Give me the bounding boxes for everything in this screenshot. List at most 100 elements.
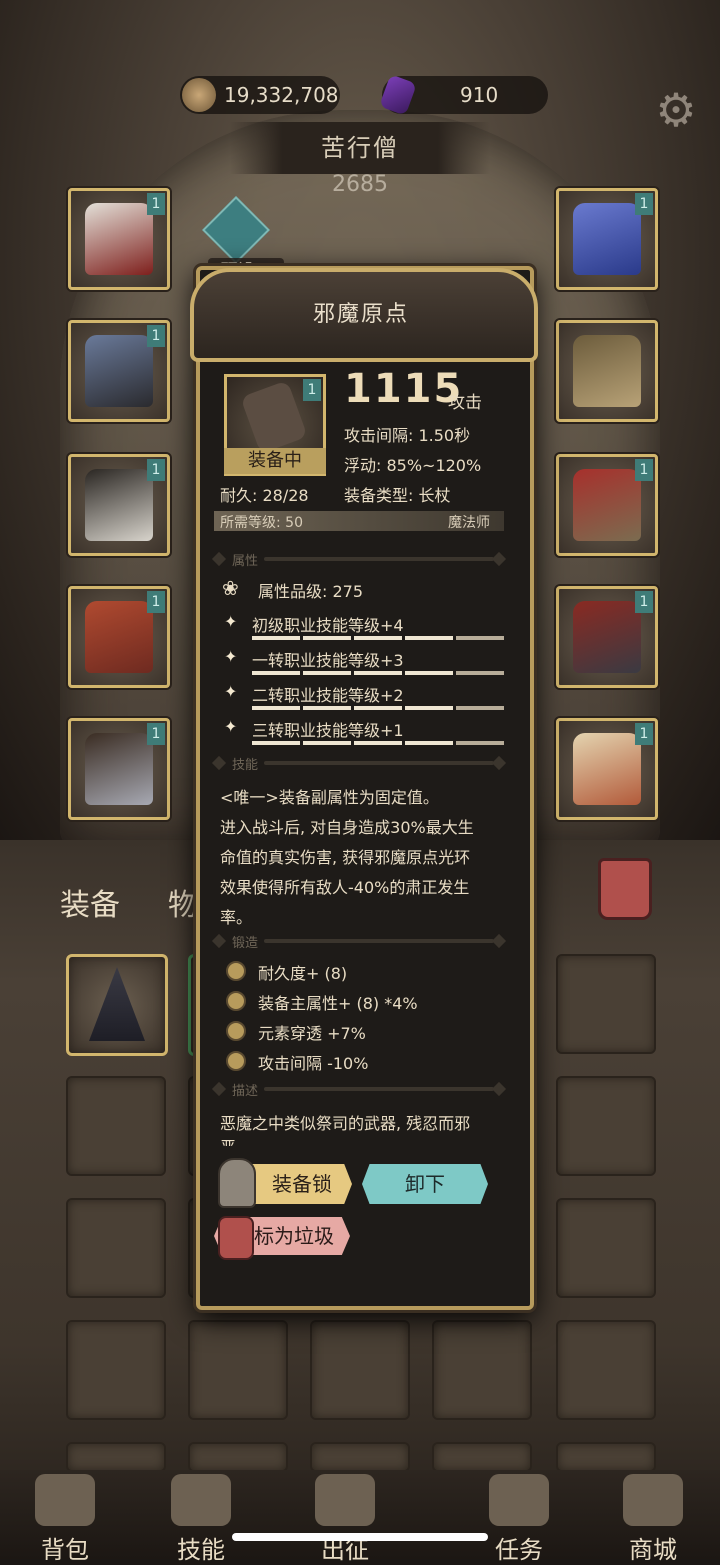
junk-icon <box>218 1216 254 1260</box>
attack-interval: 攻击间隔: 1.50秒 <box>344 426 471 445</box>
description-text-cont: 恶 <box>220 1134 236 1146</box>
inventory-cell[interactable] <box>556 1320 656 1420</box>
hero-power: 2685 <box>332 172 388 197</box>
divider-attributes: 属性 <box>211 551 507 569</box>
nav-icon <box>35 1474 95 1526</box>
inventory-cell[interactable] <box>66 954 168 1056</box>
attribute-line: 二转职业技能等级+2 <box>252 686 404 705</box>
nav-item-5[interactable]: 商城 <box>598 1474 708 1565</box>
unequip-button[interactable]: 卸下 <box>362 1164 488 1204</box>
attribute-roll-bar <box>252 671 504 675</box>
attribute-roll-bar <box>252 636 504 640</box>
inventory-cell[interactable] <box>66 1076 166 1176</box>
skill-description-line: 进入战斗后, 对自身造成30%最大生 <box>220 818 474 837</box>
attack-unit: 攻击 <box>448 393 482 413</box>
divider-forge: 锻造 <box>211 933 507 951</box>
right-slot-2[interactable] <box>556 320 658 422</box>
lock-icon <box>218 1158 256 1208</box>
equipment-icon <box>85 733 153 805</box>
equipment-icon <box>573 469 641 541</box>
inventory-cell[interactable] <box>432 1320 532 1420</box>
left-slot-1[interactable]: 1 <box>68 188 170 290</box>
inventory-cell[interactable] <box>556 1198 656 1298</box>
hooded-mask-icon <box>89 967 145 1041</box>
inventory-cell[interactable] <box>432 1442 532 1472</box>
tab-items[interactable]: 物 <box>168 880 198 924</box>
inventory-cell[interactable] <box>188 1442 288 1472</box>
nav-label: 背包 <box>41 1536 89 1564</box>
forge-line: 攻击间隔 -10% <box>258 1054 369 1073</box>
home-indicator <box>232 1533 488 1541</box>
equipment-icon <box>85 601 153 673</box>
equipment-icon <box>573 733 641 805</box>
tab-equipment[interactable]: 装备 <box>60 880 120 924</box>
inventory-cell[interactable] <box>310 1320 410 1420</box>
nav-icon <box>171 1474 231 1526</box>
class-label: 魔法师 <box>448 515 490 531</box>
inventory-cell[interactable] <box>66 1198 166 1298</box>
inventory-cell[interactable] <box>66 1320 166 1420</box>
right-slot-4[interactable]: 1 <box>556 586 658 688</box>
equipment-icon <box>573 203 641 275</box>
lotus-icon: ❀ <box>222 576 239 600</box>
skill-description-line: 效果使得所有敌人-40%的肃正发生 <box>220 878 470 897</box>
settings-gear-icon[interactable]: ⚙ <box>650 84 702 136</box>
left-slot-2[interactable]: 1 <box>68 320 170 422</box>
inventory-cell[interactable] <box>310 1442 410 1472</box>
item-badge: 1 <box>303 379 321 401</box>
skill-description-line: <唯一>装备副属性为固定值。 <box>220 788 439 807</box>
trash-icon[interactable] <box>598 858 652 920</box>
item-name: 邪魔原点 <box>312 302 409 327</box>
slot-badge: 1 <box>147 591 165 613</box>
forge-dot-icon <box>226 1051 246 1071</box>
hero-name: 苦行僧 <box>230 122 490 174</box>
slot-badge: 1 <box>635 459 653 481</box>
nav-item-4[interactable]: 任务 <box>464 1474 574 1565</box>
left-slot-5[interactable]: 1 <box>68 718 170 820</box>
gold-display: 19,332,708 <box>180 76 340 114</box>
skill-description-line: 率。 <box>220 908 253 927</box>
sparkle-icon: ✦ <box>224 647 238 666</box>
gem-amount: 910 <box>460 83 499 107</box>
slot-badge: 1 <box>635 591 653 613</box>
right-slot-3[interactable]: 1 <box>556 454 658 556</box>
attr-grade: 属性品级: 275 <box>258 582 364 601</box>
equipment-icon <box>85 469 153 541</box>
left-slot-3[interactable]: 1 <box>68 454 170 556</box>
durability-text: 耐久: 28/28 <box>220 486 309 505</box>
forge-dot-icon <box>226 1021 246 1041</box>
attribute-line: 三转职业技能等级+1 <box>252 721 404 740</box>
nav-item-3[interactable]: 出征 <box>290 1474 400 1565</box>
inventory-cell[interactable] <box>188 1320 288 1420</box>
inventory-cell[interactable] <box>66 1442 166 1472</box>
slot-badge: 1 <box>147 193 165 215</box>
forge-dot-icon <box>226 991 246 1011</box>
description-text: 恶魔之中类似祭司的武器, 残忍而邪 <box>220 1114 471 1133</box>
equipment-icon <box>573 601 641 673</box>
float-range: 浮动: 85%~120% <box>344 456 482 475</box>
forge-line: 耐久度+ (8) <box>258 964 348 983</box>
attribute-roll-bar <box>252 706 504 710</box>
skill-description-line: 命值的真实伤害, 获得邪魔原点光环 <box>220 848 471 867</box>
nav-icon <box>315 1474 375 1526</box>
equipment-icon <box>85 203 153 275</box>
right-slot-1[interactable]: 1 <box>556 188 658 290</box>
attack-value: 1115 <box>344 366 464 412</box>
divider-description: 描述 <box>211 1081 507 1099</box>
right-slot-5[interactable]: 1 <box>556 718 658 820</box>
inventory-cell[interactable] <box>556 1076 656 1176</box>
equip-lock-label: 装备锁 <box>272 1172 332 1196</box>
slot-badge: 1 <box>147 459 165 481</box>
forge-dot-icon <box>226 961 246 981</box>
inventory-cell[interactable] <box>556 954 656 1054</box>
slot-badge: 1 <box>147 325 165 347</box>
nav-item-2[interactable]: 技能 <box>146 1474 256 1565</box>
gold-amount: 19,332,708 <box>224 83 339 107</box>
slot-badge: 1 <box>635 193 653 215</box>
nav-item-1[interactable]: 背包 <box>10 1474 120 1565</box>
attribute-line: 一转职业技能等级+3 <box>252 651 404 670</box>
gold-coin-icon <box>182 78 216 112</box>
sparkle-icon: ✦ <box>224 612 238 631</box>
left-slot-4[interactable]: 1 <box>68 586 170 688</box>
inventory-cell[interactable] <box>556 1442 656 1472</box>
